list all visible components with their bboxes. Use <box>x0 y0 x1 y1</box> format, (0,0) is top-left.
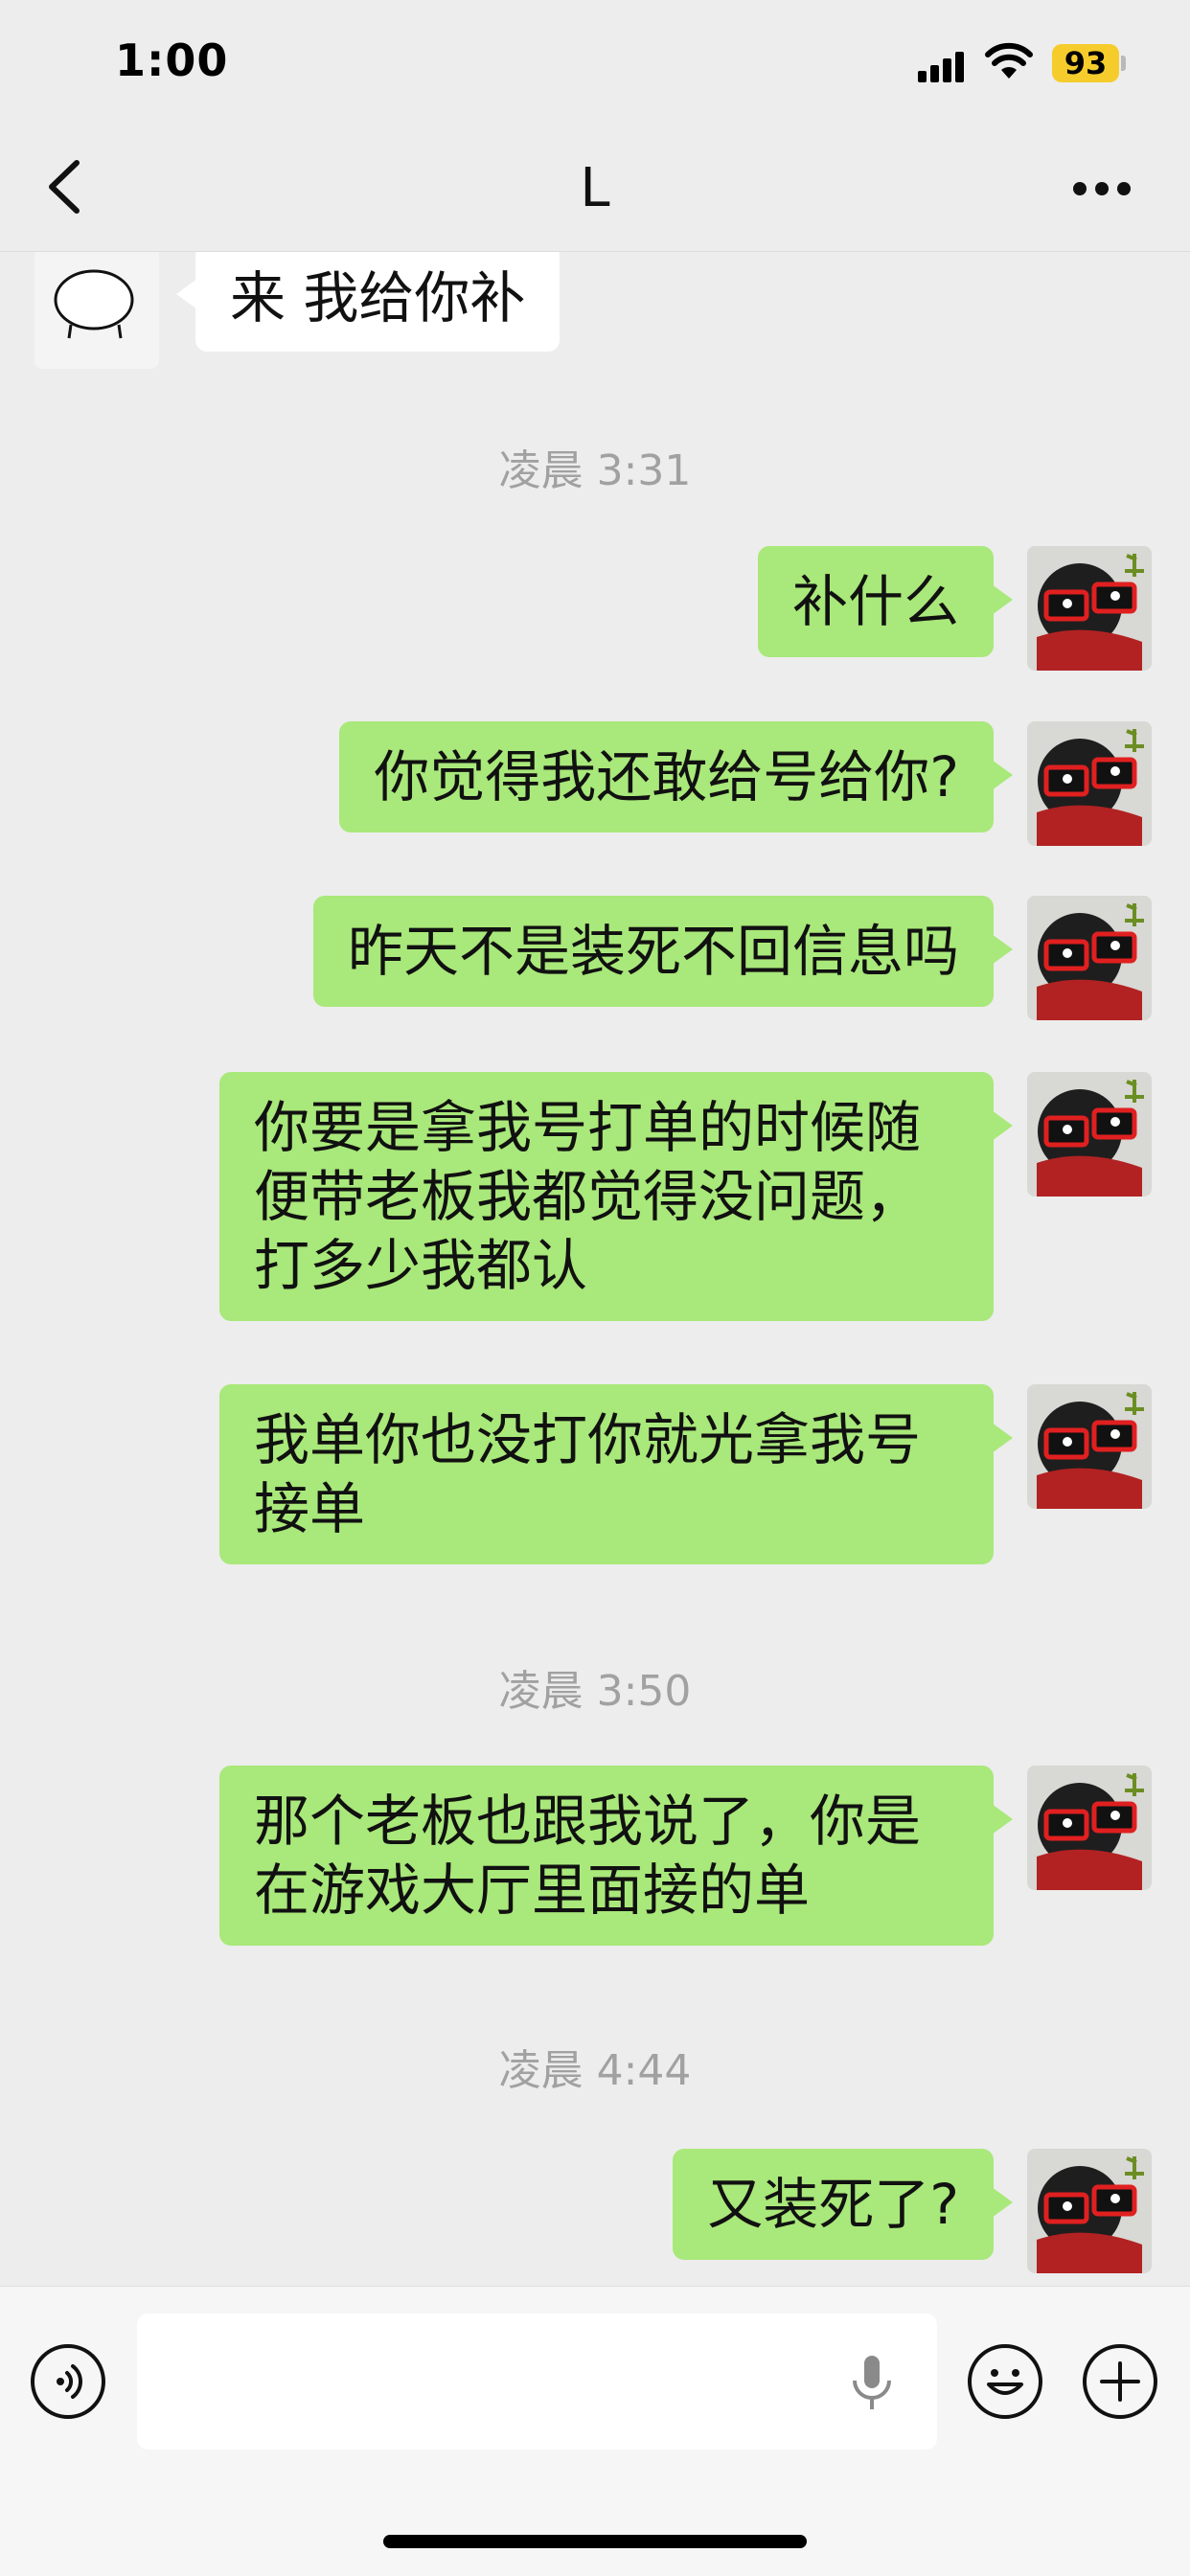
sunglasses-avatar-icon <box>1027 1384 1152 1509</box>
battery-level: 93 <box>1052 44 1119 82</box>
message-list[interactable]: 来 我给你补 凌晨 3:31 补什么 你觉得我还敢给号给你? 昨天不是装死不回信… <box>0 252 1190 2285</box>
doodle-face-icon <box>54 269 134 339</box>
timestamp: 凌晨 4:44 <box>498 2046 692 2095</box>
my-avatar[interactable] <box>1027 1384 1152 1509</box>
outgoing-message[interactable]: 昨天不是装死不回信息吗 <box>312 896 1014 1007</box>
my-avatar[interactable] <box>1027 896 1152 1020</box>
emoji-icon <box>987 2369 1023 2395</box>
battery-tip <box>1121 56 1126 71</box>
sunglasses-avatar-icon <box>1027 1072 1152 1197</box>
sunglasses-avatar-icon <box>1027 546 1152 671</box>
mic-icon[interactable] <box>843 2350 901 2417</box>
wifi-icon <box>985 42 1033 79</box>
my-avatar[interactable] <box>1027 1766 1152 1890</box>
my-avatar[interactable] <box>1027 721 1152 846</box>
incoming-message[interactable]: 来 我给你补 <box>175 252 561 352</box>
cellular-signal-icon <box>918 50 968 82</box>
sunglasses-avatar-icon <box>1027 1766 1152 1890</box>
emoji-button[interactable] <box>968 2344 1042 2419</box>
chat-title: L <box>580 157 610 219</box>
home-indicator[interactable] <box>383 2535 807 2548</box>
sunglasses-avatar-icon <box>1027 721 1152 846</box>
sunglasses-avatar-icon <box>1027 896 1152 1020</box>
sunglasses-avatar-icon <box>1027 2149 1152 2273</box>
my-avatar[interactable] <box>1027 2149 1152 2273</box>
voice-icon <box>57 2364 82 2399</box>
timestamp: 凌晨 3:31 <box>498 446 692 495</box>
chat-header: L <box>0 126 1190 252</box>
plus-icon <box>1100 2361 1140 2402</box>
my-avatar[interactable] <box>1027 546 1152 671</box>
outgoing-message[interactable]: 又装死了? <box>673 2149 1013 2260</box>
voice-button[interactable] <box>31 2344 105 2419</box>
message-input[interactable] <box>137 2314 937 2450</box>
outgoing-message[interactable]: 你觉得我还敢给号给你? <box>339 721 1013 832</box>
outgoing-message[interactable]: 你要是拿我号打单的时候随便带老板我都觉得没问题，打多少我都认 <box>219 1072 1013 1321</box>
my-avatar[interactable] <box>1027 1072 1152 1197</box>
outgoing-message[interactable]: 补什么 <box>757 546 1014 657</box>
plus-button[interactable] <box>1083 2344 1157 2419</box>
status-bar: 1:00 93 <box>0 0 1190 126</box>
timestamp: 凌晨 3:50 <box>498 1667 692 1716</box>
input-bar <box>0 2286 1190 2576</box>
outgoing-message[interactable]: 那个老板也跟我说了，你是在游戏大厅里面接的单 <box>219 1766 1013 1946</box>
contact-avatar[interactable] <box>34 252 159 369</box>
more-icon[interactable] <box>1064 169 1140 207</box>
outgoing-message[interactable]: 我单你也没打你就光拿我号接单 <box>219 1384 1013 1564</box>
status-time: 1:00 <box>115 34 229 86</box>
